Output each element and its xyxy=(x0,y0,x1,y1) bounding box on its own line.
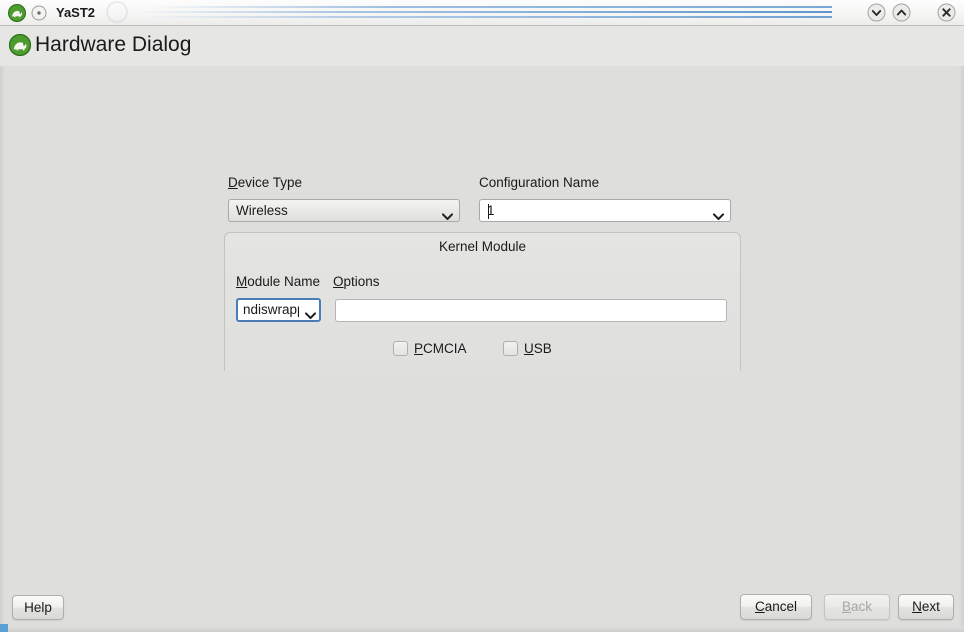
device-type-combo[interactable]: Wireless xyxy=(228,199,460,222)
titlebar-watermark xyxy=(106,1,128,23)
maximize-button[interactable] xyxy=(892,3,911,22)
options-label: Options xyxy=(333,274,380,290)
configuration-name-label: Configuration Name xyxy=(479,175,599,191)
circle-dot-icon xyxy=(31,5,47,21)
pcmcia-checkbox[interactable] xyxy=(393,341,408,356)
page-title: Hardware Dialog xyxy=(35,30,191,60)
window-frame-left xyxy=(0,66,5,626)
cancel-button[interactable]: Cancel xyxy=(740,594,812,620)
window-titlebar: YaST2 xyxy=(0,0,964,26)
next-button[interactable]: Next xyxy=(898,594,954,620)
device-type-value: Wireless xyxy=(236,200,437,222)
minimize-button[interactable] xyxy=(867,3,886,22)
back-button[interactable]: Back xyxy=(824,594,890,620)
chevron-down-icon xyxy=(713,208,724,215)
help-button[interactable]: Help xyxy=(12,595,64,620)
device-type-label: Device Type xyxy=(228,175,302,191)
module-name-combo[interactable]: ndiswrapp xyxy=(236,298,321,322)
close-button[interactable] xyxy=(937,3,956,22)
module-name-value: ndiswrapp xyxy=(243,300,299,320)
options-input[interactable] xyxy=(335,299,727,322)
window-resize-corner[interactable] xyxy=(0,624,8,632)
usb-checkbox[interactable] xyxy=(503,341,518,356)
usb-label: USB xyxy=(524,340,552,357)
pcmcia-label: PCMCIA xyxy=(414,340,467,357)
module-name-label: Module Name xyxy=(236,274,320,290)
dialog-header: Hardware Dialog xyxy=(0,26,964,66)
yast-chameleon-icon xyxy=(8,4,26,22)
yast-chameleon-icon xyxy=(9,34,31,56)
configuration-name-combo[interactable]: 1 xyxy=(479,199,731,222)
kernel-module-group-title: Kernel Module xyxy=(225,239,740,254)
titlebar-decoration xyxy=(128,0,832,25)
window-frame-right xyxy=(959,66,964,626)
yast-hardware-dialog-window: YaST2 xyxy=(0,0,964,632)
window-title: YaST2 xyxy=(56,4,95,22)
chevron-down-icon xyxy=(305,307,316,314)
window-frame-bottom xyxy=(0,626,964,632)
window-controls xyxy=(864,3,956,23)
configuration-name-value: 1 xyxy=(487,200,708,222)
chevron-down-icon xyxy=(442,208,453,215)
